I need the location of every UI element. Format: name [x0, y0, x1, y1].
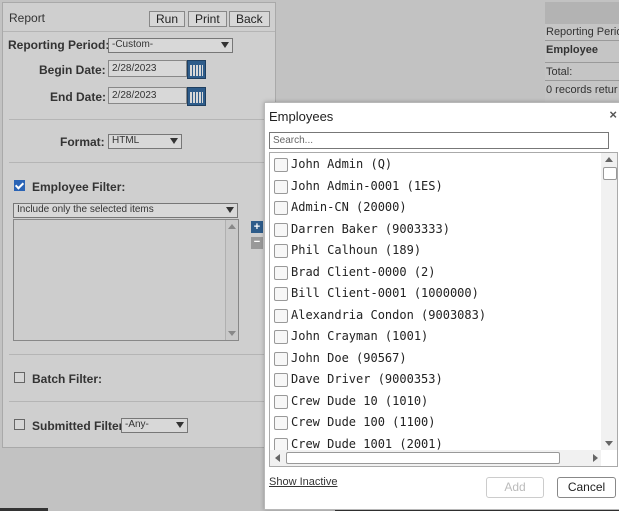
employee-name: John Admin-0001 (1ES): [291, 178, 443, 193]
remove-employee-icon[interactable]: −: [251, 237, 263, 249]
submitted-filter-select[interactable]: -Any-: [121, 418, 188, 433]
divider: [545, 80, 619, 81]
cancel-button[interactable]: Cancel: [557, 477, 616, 498]
add-button[interactable]: Add: [486, 477, 544, 498]
employee-name: John Doe (90567): [291, 350, 407, 365]
employee-name: Crew Dude 10 (1010): [291, 393, 429, 408]
employee-name: Phil Calhoun (189): [291, 243, 422, 257]
print-button[interactable]: Print: [188, 11, 227, 27]
report-title: Report: [9, 11, 46, 25]
checkbox[interactable]: [274, 244, 288, 258]
arrow-left-icon[interactable]: [275, 454, 280, 462]
divider: [545, 62, 619, 63]
arrow-up-icon: [228, 224, 236, 229]
reporting-period-value: -Custom-: [112, 39, 154, 50]
batch-filter-checkbox[interactable]: [14, 372, 25, 383]
checkbox[interactable]: [274, 308, 288, 323]
employee-filter-checkbox[interactable]: [14, 180, 25, 191]
employee-name: Darren Baker (9003333): [291, 221, 450, 236]
dialog-title: Employees: [269, 109, 334, 124]
chevron-down-icon: [170, 138, 178, 144]
format-value: HTML: [112, 135, 140, 146]
end-date-label: End Date:: [50, 90, 107, 104]
checkbox[interactable]: [274, 158, 288, 172]
arrow-up-icon[interactable]: [605, 157, 613, 162]
arrow-down-icon: [228, 331, 236, 336]
checkbox[interactable]: [274, 201, 288, 215]
chevron-down-icon: [221, 42, 229, 48]
table-row: Reporting Perio: [546, 26, 619, 38]
divider: [9, 119, 265, 120]
report-header: Report Run Print Back: [3, 3, 275, 32]
employee-name: John Admin (Q): [291, 157, 393, 171]
divider: [9, 354, 265, 355]
employee-name: Crew Dude 100 (1100): [291, 415, 436, 429]
submitted-filter-label: Submitted Filter:: [32, 419, 128, 433]
listbox-scrollbar[interactable]: [225, 220, 238, 340]
checkbox[interactable]: [274, 179, 288, 194]
table-header: [545, 2, 619, 24]
end-date-input[interactable]: 2/28/2023: [108, 87, 187, 104]
back-button[interactable]: Back: [229, 11, 270, 27]
selected-employees-listbox[interactable]: [13, 219, 239, 341]
table-row: Total:: [546, 66, 573, 78]
run-button[interactable]: Run: [149, 11, 186, 27]
checkbox[interactable]: [274, 394, 288, 409]
reporting-period-select[interactable]: -Custom-: [108, 38, 233, 53]
chevron-down-icon: [226, 207, 234, 213]
reporting-period-label: Reporting Period:: [8, 38, 110, 52]
show-inactive-link[interactable]: Show Inactive: [269, 476, 337, 488]
arrow-right-icon[interactable]: [593, 454, 598, 462]
checkbox[interactable]: [274, 351, 288, 366]
employee-filter-label: Employee Filter:: [32, 180, 126, 194]
employee-name: Dave Driver (9000353): [291, 372, 443, 386]
format-select[interactable]: HTML: [108, 134, 182, 149]
checkbox[interactable]: [274, 265, 288, 280]
batch-filter-label: Batch Filter:: [32, 372, 103, 386]
table-row: 0 records retur: [546, 84, 618, 96]
employee-name: Crew Dude 1001 (2001): [291, 436, 443, 451]
employee-filter-mode-value: Include only the selected items: [17, 204, 154, 215]
add-employee-icon[interactable]: +: [251, 221, 263, 233]
calendar-icon[interactable]: [187, 87, 206, 106]
checkbox[interactable]: [274, 222, 288, 237]
employee-name: Admin-CN (20000): [291, 200, 407, 214]
search-input[interactable]: [269, 132, 609, 149]
horizontal-scrollbar[interactable]: [270, 450, 601, 466]
scrollbar-thumb[interactable]: [286, 452, 560, 464]
close-icon[interactable]: ×: [609, 107, 617, 122]
chevron-down-icon: [176, 422, 184, 428]
submitted-filter-value: -Any-: [125, 419, 149, 430]
submitted-filter-checkbox[interactable]: [14, 419, 25, 430]
checkbox[interactable]: [274, 287, 288, 301]
divider: [545, 40, 619, 41]
report-output-table: Reporting Perio Employee Total: 0 record…: [545, 2, 619, 102]
employee-filter-mode-select[interactable]: Include only the selected items: [13, 203, 238, 218]
checkbox[interactable]: [274, 373, 288, 387]
employee-name: Bill Client-0001 (1000000): [291, 286, 479, 300]
divider: [9, 162, 265, 163]
table-row: Employee: [546, 44, 598, 56]
arrow-down-icon[interactable]: [605, 441, 613, 446]
checkbox[interactable]: [274, 416, 288, 430]
format-label: Format:: [60, 135, 105, 149]
calendar-icon[interactable]: [187, 60, 206, 79]
employees-dialog: Employees × John Admin (Q) John Admin-00…: [264, 102, 619, 510]
employee-list: John Admin (Q) John Admin-0001 (1ES) Adm…: [269, 152, 618, 467]
vertical-scrollbar[interactable]: [601, 153, 617, 450]
employee-name: John Crayman (1001): [291, 329, 429, 343]
begin-date-label: Begin Date:: [39, 63, 106, 77]
divider: [9, 401, 265, 402]
employee-name: Alexandria Condon (9003083): [291, 307, 487, 322]
scrollbar-thumb[interactable]: [603, 167, 617, 180]
employee-name: Brad Client-0000 (2): [291, 264, 436, 279]
begin-date-input[interactable]: 2/28/2023: [108, 60, 187, 77]
checkbox[interactable]: [274, 330, 288, 344]
report-panel: Report Run Print Back Reporting Period: …: [2, 2, 276, 448]
